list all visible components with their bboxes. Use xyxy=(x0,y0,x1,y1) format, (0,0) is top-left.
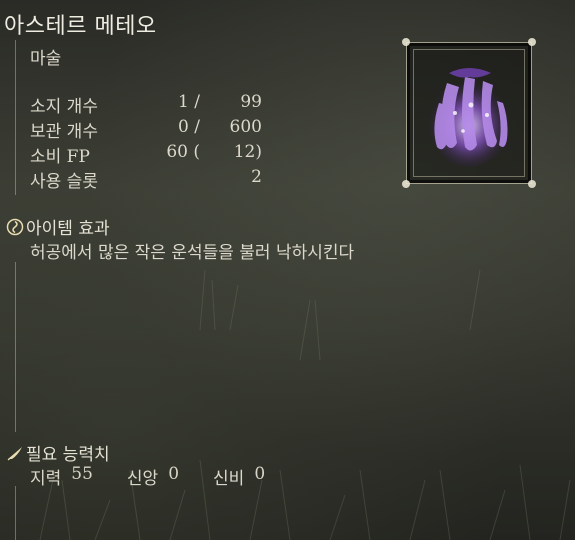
stat-row-held: 소지 개수 1 / 99 xyxy=(30,92,270,117)
req-int: 지력 55 xyxy=(30,464,93,489)
divider-line-middle xyxy=(15,262,16,432)
requirements-row: 지력 55 신앙 0 신비 0 xyxy=(30,464,299,489)
fp-label: 소비 FP xyxy=(30,147,90,167)
req-int-value: 55 xyxy=(71,464,93,484)
item-icon-frame xyxy=(402,38,536,188)
divider-line-top xyxy=(15,40,16,195)
held-value: 1 / xyxy=(178,92,200,112)
swirl-orb-icon xyxy=(6,218,24,235)
req-arcane-label: 신비 xyxy=(213,469,245,489)
fp-value: 60 ( xyxy=(166,142,200,162)
stat-row-stored: 보관 개수 0 / 600 xyxy=(30,117,270,142)
held-label: 소지 개수 xyxy=(30,97,98,117)
stat-row-slots: 사용 슬롯 2 xyxy=(30,167,270,192)
item-category: 마술 xyxy=(30,49,62,69)
requirements-heading-label: 필요 능력치 xyxy=(26,445,110,465)
effect-heading: 아이템 효과 xyxy=(6,214,110,239)
stored-label: 보관 개수 xyxy=(30,122,98,142)
held-max: 99 xyxy=(240,92,262,112)
stat-row-fp: 소비 FP 60 ( 12) xyxy=(30,142,270,167)
divider-line-bottom xyxy=(15,486,16,540)
req-arcane: 신비 0 xyxy=(213,464,265,489)
feather-quill-icon xyxy=(7,446,22,460)
requirements-heading: 필요 능력치 xyxy=(6,440,110,465)
slots-label: 사용 슬롯 xyxy=(30,172,98,192)
fp-extra: 12) xyxy=(233,142,262,162)
slots-value: 2 xyxy=(251,167,262,187)
req-faith-value: 0 xyxy=(168,464,180,484)
stored-value: 0 / xyxy=(178,117,200,137)
req-faith: 신앙 0 xyxy=(127,464,179,489)
req-faith-label: 신앙 xyxy=(126,469,159,489)
astral-meteor-spell-icon xyxy=(427,68,511,167)
effect-description: 허공에서 많은 작은 운석들을 불러 낙하시킨다 xyxy=(30,243,355,263)
req-arcane-value: 0 xyxy=(254,464,266,484)
item-name: 아스테르 메테오 xyxy=(4,14,157,39)
stored-max: 600 xyxy=(229,117,262,137)
stats-table: 소지 개수 1 / 99 보관 개수 0 / 600 소비 FP 60 ( 12… xyxy=(30,92,270,192)
req-int-label: 지력 xyxy=(30,469,62,489)
effect-heading-label: 아이템 효과 xyxy=(26,219,110,239)
